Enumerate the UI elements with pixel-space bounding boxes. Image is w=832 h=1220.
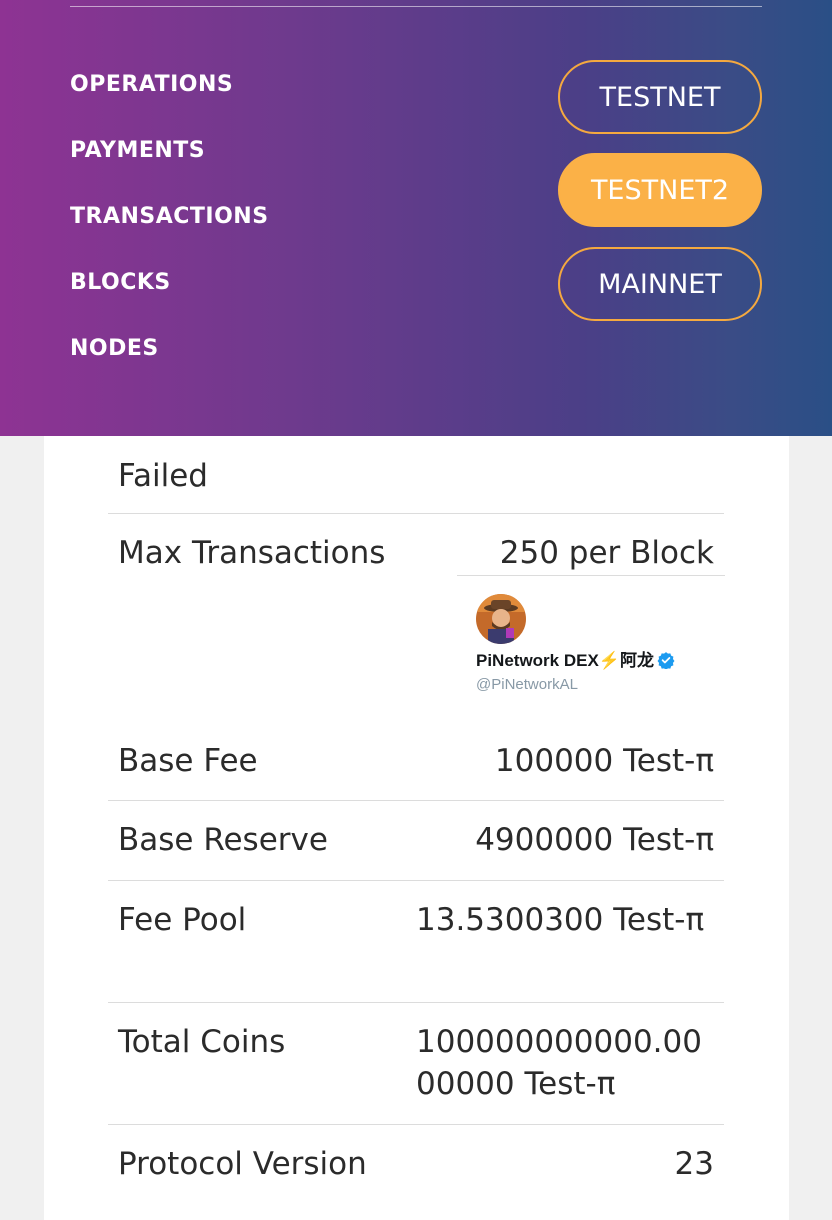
- stat-value: 250 per Block: [499, 535, 714, 571]
- nav-item-blocks[interactable]: BLOCKS: [70, 270, 171, 295]
- credit-name-text: PiNetwork DEX⚡阿龙: [476, 651, 654, 670]
- stat-value: 100000000000.0000000 Test-π: [416, 1024, 702, 1102]
- network-button-testnet2[interactable]: TESTNET2: [558, 153, 762, 227]
- divider: [70, 6, 762, 7]
- stat-value: 100000 Test-π: [494, 743, 714, 779]
- stat-row-total-coins: Total Coins 100000000000.0000000 Test-π: [108, 1021, 724, 1125]
- nav-item-payments[interactable]: PAYMENTS: [70, 138, 205, 163]
- verified-badge-icon: [657, 652, 675, 669]
- credit-name: PiNetwork DEX⚡阿龙: [476, 646, 675, 671]
- stat-row-fee-pool: Fee Pool 13.5300300 Test-π: [108, 899, 724, 1003]
- nav-item-operations[interactable]: OPERATIONS: [70, 72, 233, 97]
- stat-row-base-reserve: Base Reserve 4900000 Test-π: [108, 819, 724, 881]
- stat-label: Base Reserve: [118, 822, 328, 858]
- nav-item-transactions[interactable]: TRANSACTIONS: [70, 204, 269, 229]
- stat-label: Failed: [118, 458, 208, 494]
- network-button-testnet[interactable]: TESTNET: [558, 60, 762, 134]
- stat-label: Max Transactions: [118, 535, 386, 571]
- stat-label: Fee Pool: [118, 902, 247, 938]
- stat-value: 4900000 Test-π: [475, 822, 714, 858]
- tweet-credit-overlay: PiNetwork DEX⚡阿龙 @PiNetworkAL: [476, 594, 726, 704]
- stat-label: Base Fee: [118, 743, 258, 779]
- stat-row-protocol-version: Protocol Version 23: [108, 1143, 724, 1193]
- stat-label: Protocol Version: [118, 1146, 367, 1182]
- stat-value: 13.5300300 Test-π: [416, 902, 705, 938]
- stat-row-transactions-failed: Failed: [108, 455, 724, 514]
- stat-label: Total Coins: [118, 1024, 286, 1060]
- nav-item-nodes[interactable]: NODES: [70, 336, 159, 361]
- credit-handle: @PiNetworkAL: [476, 676, 578, 693]
- divider: [457, 575, 725, 576]
- avatar: [476, 594, 526, 644]
- stat-row-base-fee: Base Fee 100000 Test-π: [108, 740, 724, 801]
- stat-value: 23: [674, 1146, 714, 1182]
- network-button-mainnet[interactable]: MAINNET: [558, 247, 762, 321]
- navigation-menu: OPERATIONS PAYMENTS TRANSACTIONS BLOCKS …: [0, 0, 832, 436]
- stat-row-max-transactions: Max Transactions 250 per Block: [108, 532, 724, 576]
